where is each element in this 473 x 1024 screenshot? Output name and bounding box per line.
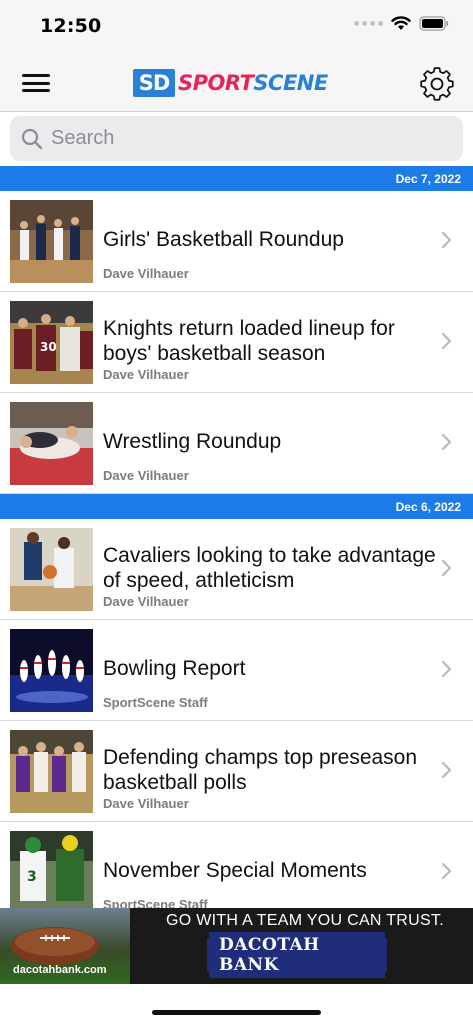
ad-domain: dacotahbank.com — [13, 964, 107, 976]
chevron-right-icon — [441, 761, 452, 779]
date-header: Dec 6, 2022 — [0, 494, 473, 519]
article-row[interactable]: Wrestling Roundup Dave Vilhauer — [0, 393, 473, 494]
logo-sd: SD — [133, 69, 175, 97]
hamburger-menu-icon[interactable] — [20, 70, 52, 96]
chevron-right-icon — [441, 862, 452, 880]
article-thumbnail — [10, 730, 93, 813]
article-title: Cavaliers looking to take advantage of s… — [103, 544, 436, 592]
article-thumbnail — [10, 528, 93, 611]
wifi-icon — [391, 16, 411, 30]
status-bar: 12:50 — [0, 0, 473, 54]
article-thumbnail: 3 — [10, 831, 93, 914]
article-author: SportScene Staff — [103, 695, 208, 710]
logo-wordmark: SPORTSCENE — [178, 71, 328, 95]
article-row[interactable]: Bowling Report SportScene Staff — [0, 620, 473, 721]
article-title: Bowling Report — [103, 657, 246, 680]
article-title: November Special Moments — [103, 859, 367, 882]
article-thumbnail — [10, 402, 93, 485]
chevron-right-icon — [441, 231, 452, 249]
chevron-right-icon — [441, 332, 452, 350]
svg-text:30: 30 — [40, 340, 57, 354]
bank-logo: DACOTAH BANK — [207, 932, 387, 978]
search-icon — [21, 128, 43, 149]
status-time: 12:50 — [40, 15, 102, 37]
date-header: Dec 7, 2022 — [0, 166, 473, 191]
article-row[interactable]: Cavaliers looking to take advantage of s… — [0, 519, 473, 620]
sportscene-logo: SD SPORTSCENE — [133, 69, 328, 97]
ad-banner[interactable]: dacotahbank.com GO WITH A TEAM YOU CAN T… — [0, 908, 473, 984]
nav-bar: SD SPORTSCENE — [0, 54, 473, 112]
bottom-safe-area — [0, 984, 473, 1024]
article-author: Dave Vilhauer — [103, 594, 189, 609]
article-title: Girls' Basketball Roundup — [103, 228, 344, 251]
search-bar[interactable] — [10, 116, 463, 161]
svg-text:3: 3 — [27, 869, 37, 885]
article-thumbnail — [10, 200, 93, 283]
logo-sport: SPORT — [178, 71, 254, 95]
football-image: dacotahbank.com — [0, 908, 130, 984]
article-author: Dave Vilhauer — [103, 468, 189, 483]
article-title: Knights return loaded lineup for boys' b… — [103, 317, 395, 365]
signal-icon — [354, 21, 383, 26]
article-row[interactable]: Girls' Basketball Roundup Dave Vilhauer — [0, 191, 473, 292]
article-title: Defending champs top preseason basketbal… — [103, 746, 418, 794]
article-thumbnail: 30 — [10, 301, 93, 384]
bank-name: DACOTAH BANK — [209, 932, 385, 978]
article-author: Dave Vilhauer — [103, 796, 189, 811]
chevron-right-icon — [441, 559, 452, 577]
home-indicator[interactable] — [152, 1010, 321, 1015]
ad-tagline: GO WITH A TEAM YOU CAN TRUST. — [165, 912, 445, 929]
article-title: Wrestling Roundup — [103, 430, 282, 453]
status-icons — [354, 16, 449, 31]
logo-scene: SCENE — [253, 71, 328, 95]
article-row[interactable]: 30 Knights return loaded lineup for boys… — [0, 292, 473, 393]
article-author: Dave Vilhauer — [103, 266, 189, 281]
gear-icon[interactable] — [419, 66, 455, 102]
chevron-right-icon — [441, 660, 452, 678]
article-author: Dave Vilhauer — [103, 367, 189, 382]
battery-icon — [419, 16, 449, 31]
search-input[interactable] — [51, 127, 431, 150]
chevron-right-icon — [441, 433, 452, 451]
article-thumbnail — [10, 629, 93, 712]
article-row[interactable]: Defending champs top preseason basketbal… — [0, 721, 473, 822]
